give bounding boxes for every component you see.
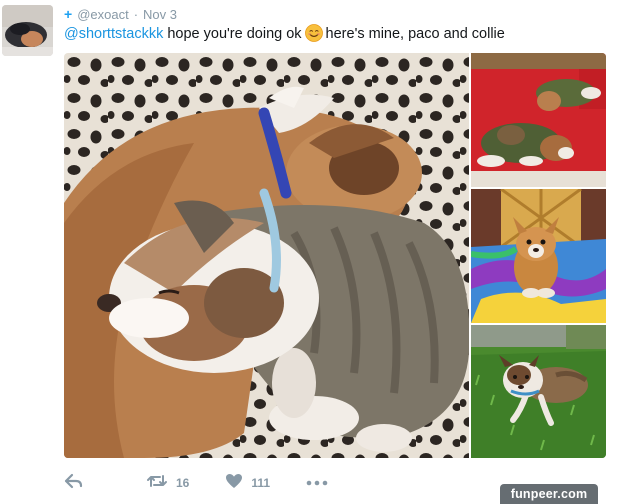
photo-sleeping-puppies[interactable] xyxy=(64,53,469,458)
reply-button[interactable] xyxy=(64,473,84,492)
retweet-button[interactable]: 16 xyxy=(146,473,189,492)
user-handle[interactable]: @exoact xyxy=(77,7,129,22)
retweet-icon xyxy=(146,473,168,492)
retweet-count: 16 xyxy=(176,475,190,490)
site-watermark: funpeer.com xyxy=(500,484,598,504)
tweet-text-part-1: hope you're doing ok xyxy=(167,26,302,42)
photo-puppies-camo-shirts[interactable] xyxy=(471,53,606,187)
heart-icon xyxy=(225,473,243,492)
photo-puppy-on-grass[interactable] xyxy=(471,325,606,458)
follow-plus-icon[interactable]: + xyxy=(64,6,72,22)
more-dots-icon xyxy=(306,476,328,490)
reply-icon xyxy=(64,473,84,492)
like-count: 111 xyxy=(251,475,271,490)
tweet-date[interactable]: Nov 3 xyxy=(143,7,177,22)
photo-puppy-on-blanket[interactable] xyxy=(471,189,606,323)
smiling-face-icon xyxy=(304,24,323,47)
tweet-text-part-2: here's mine, paco and collie xyxy=(325,26,505,42)
user-avatar[interactable] xyxy=(2,5,53,56)
tweet-actions: 16 111 xyxy=(64,473,328,492)
tweet-header: + @exoact · Nov 3 xyxy=(64,6,177,22)
more-button[interactable] xyxy=(306,476,328,490)
avatar-image xyxy=(2,5,53,56)
tweet-text: @shorttstackkk hope you're doing ok here'… xyxy=(64,24,505,47)
header-separator: · xyxy=(133,6,139,22)
media-grid xyxy=(64,53,606,458)
mention-link[interactable]: @shorttstackkk xyxy=(64,26,163,42)
like-button[interactable]: 111 xyxy=(225,473,270,492)
